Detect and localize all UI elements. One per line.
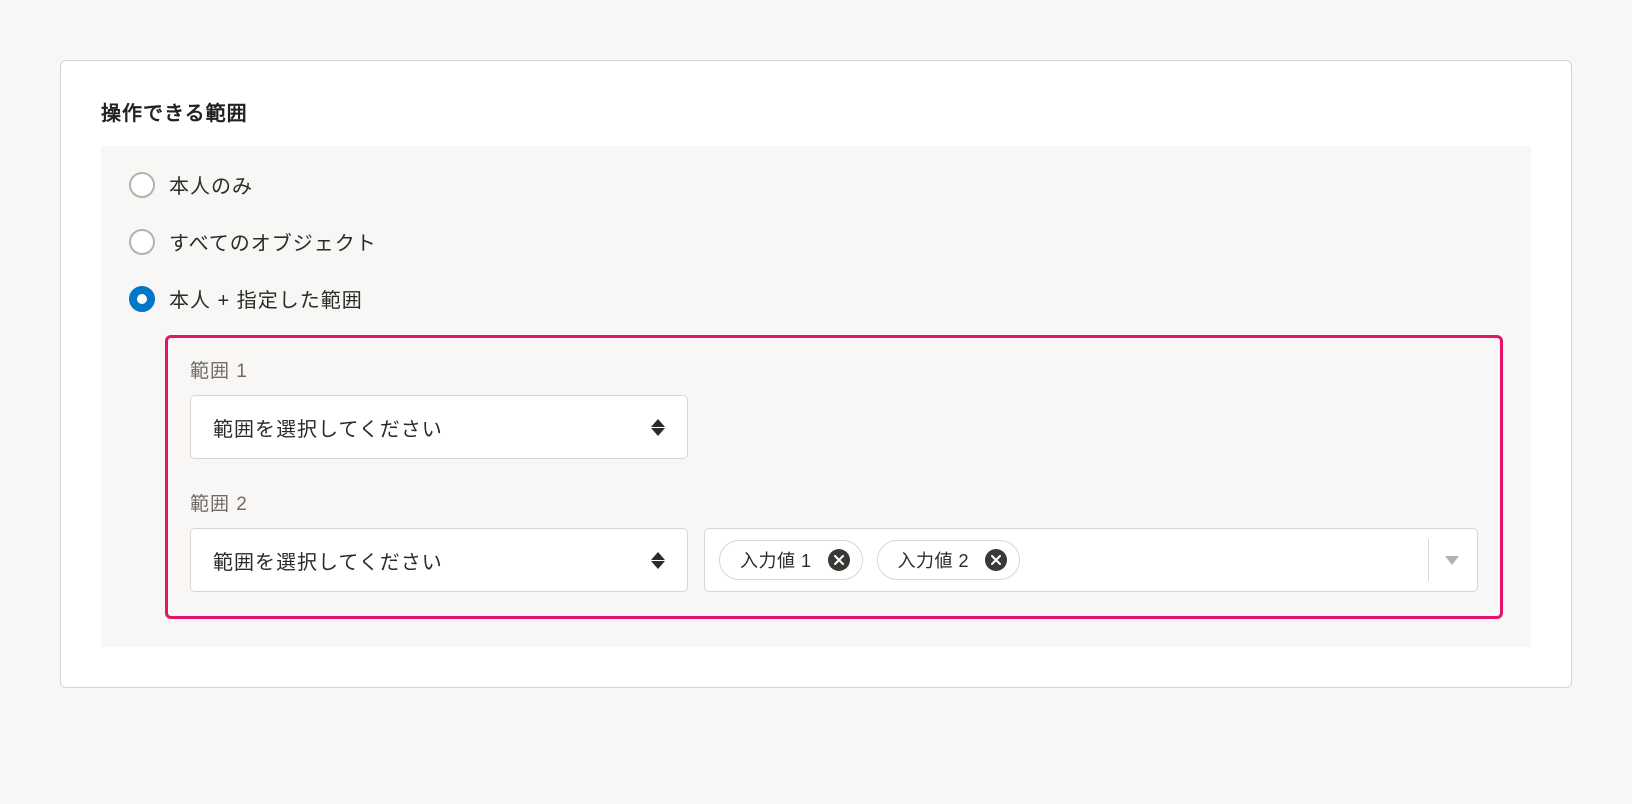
range-1-group: 範囲 1 範囲を選択してください <box>190 356 1478 459</box>
range-1-label: 範囲 1 <box>190 356 1478 383</box>
tag-item: 入力値 2 <box>877 540 1021 580</box>
tag-label: 入力値 1 <box>740 547 812 573</box>
radio-label: 本人のみ <box>169 170 253 199</box>
range-2-group: 範囲 2 範囲を選択してください 入力値 1 <box>190 489 1478 592</box>
radio-all-objects[interactable]: すべてのオブジェクト <box>129 227 1503 256</box>
chevron-down-icon <box>1445 556 1459 565</box>
radio-self-only[interactable]: 本人のみ <box>129 170 1503 199</box>
radio-icon-selected <box>129 286 155 312</box>
radio-icon <box>129 229 155 255</box>
range-2-multiselect[interactable]: 入力値 1 入力値 2 <box>704 528 1478 592</box>
tag-list: 入力値 1 入力値 2 <box>719 540 1416 580</box>
select-sort-icon <box>651 552 665 569</box>
select-placeholder: 範囲を選択してください <box>213 413 443 442</box>
radio-label: すべてのオブジェクト <box>169 227 377 256</box>
multiselect-dropdown-toggle[interactable] <box>1428 539 1469 581</box>
tag-item: 入力値 1 <box>719 540 863 580</box>
radio-label: 本人 + 指定した範囲 <box>169 284 363 313</box>
section-title: 操作できる範囲 <box>101 97 1531 126</box>
range-2-select[interactable]: 範囲を選択してください <box>190 528 688 592</box>
select-placeholder: 範囲を選択してください <box>213 546 443 575</box>
settings-card: 操作できる範囲 本人のみ すべてのオブジェクト 本人 + 指定した範囲 範囲 1… <box>60 60 1572 688</box>
range-2-label: 範囲 2 <box>190 489 1478 516</box>
tag-remove-icon[interactable] <box>985 549 1007 571</box>
tag-remove-icon[interactable] <box>828 549 850 571</box>
radio-self-plus-range[interactable]: 本人 + 指定した範囲 <box>129 284 1503 313</box>
select-sort-icon <box>651 419 665 436</box>
range-configuration-box: 範囲 1 範囲を選択してください 範囲 2 範囲を選択してください <box>165 335 1503 619</box>
scope-radio-group: 本人のみ すべてのオブジェクト 本人 + 指定した範囲 範囲 1 範囲を選択して… <box>101 146 1531 647</box>
tag-label: 入力値 2 <box>898 547 970 573</box>
range-1-select[interactable]: 範囲を選択してください <box>190 395 688 459</box>
radio-icon <box>129 172 155 198</box>
